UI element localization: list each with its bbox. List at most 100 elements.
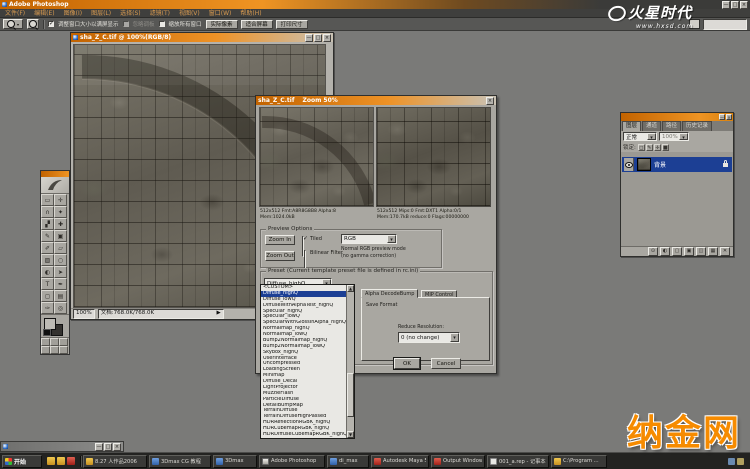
palette-control-button[interactable]: — [719,114,725,120]
window-control-button[interactable]: × [740,1,748,9]
standard-mode-button[interactable] [41,338,50,346]
zoom-in-mode-button[interactable] [27,19,39,29]
taskbar-button[interactable]: 8.27 人作品2006 [83,455,147,468]
ok-button[interactable]: OK [394,358,420,369]
window-control-button[interactable]: — [95,443,103,451]
preview-compressed[interactable] [376,107,491,207]
taskbar-button[interactable]: di_max [327,455,369,468]
taskbar-button[interactable]: Adobe Photoshop [259,455,325,468]
dropdown-scrollbar[interactable]: ▲ ▼ [346,285,354,438]
zoom-out-button[interactable]: Zoom Out [265,251,295,261]
tool-icon[interactable]: ◻ [41,290,54,302]
minimized-document-bar[interactable]: —□× [0,441,124,452]
start-button[interactable]: 开始 [2,455,42,468]
tool-icon[interactable]: ▨ [41,254,54,266]
imageready-button[interactable] [59,346,68,354]
folder-icon[interactable] [47,457,55,465]
palette-tab[interactable]: 通道 [642,121,661,131]
quickmask-on-button[interactable] [50,346,59,354]
taskbar-button[interactable]: 3Dmax CG 教程 [149,455,211,468]
menu-item[interactable]: 帮助(H) [240,9,261,18]
taskbar-button[interactable]: 3Dmax [213,455,257,468]
zoom-percent-field[interactable]: 100% [73,309,95,319]
quickmask-off-button[interactable] [41,346,50,354]
preset-option[interactable]: HDRDiffuseCubemapRGBK_highQ [261,432,347,438]
layers-footer-button[interactable]: ◫ [696,247,706,256]
tool-icon[interactable]: ▞ [41,218,54,230]
tab-alpha-decodebump[interactable]: Alpha DecodeBump [361,289,418,298]
status-arrow-icon[interactable]: ▶ [217,310,221,318]
tool-icon[interactable]: ○ [54,254,67,266]
tool-preset-picker[interactable]: ▾ [3,19,23,29]
layers-footer-button[interactable]: ⊙ [648,247,658,256]
layers-footer-button[interactable]: ▦ [708,247,718,256]
tool-icon[interactable]: ▱ [54,242,67,254]
tray-icon[interactable] [737,458,744,465]
default-colors-icon[interactable] [43,329,51,336]
window-control-button[interactable]: □ [731,1,739,9]
lock-toggle-icon[interactable]: ✛ [654,144,661,151]
preview-original[interactable] [259,107,374,207]
taskbar-button[interactable]: Output Window [431,455,485,468]
maya-icon[interactable] [67,457,75,465]
resize-window-checkbox[interactable] [48,21,54,27]
tool-icon[interactable]: ▤ [54,290,67,302]
fullscreen-mode-button[interactable] [59,338,68,346]
blend-mode-select[interactable]: 正常▾ [623,132,657,141]
zoom-in-button[interactable]: Zoom In [265,235,295,245]
tool-icon[interactable]: T [41,278,54,290]
menu-item[interactable]: 文件(F) [5,9,25,18]
window-control-button[interactable]: □ [104,443,112,451]
window-control-button[interactable]: — [305,34,313,42]
layer-row-background[interactable]: 背景 [622,157,732,172]
tool-icon[interactable]: ✛ [54,194,67,206]
palette-tab[interactable]: 路径 [662,121,681,131]
menu-item[interactable]: 图像(I) [64,9,82,18]
channel-select[interactable]: RGB▾ [341,234,397,244]
zoom-all-windows-checkbox[interactable] [159,21,165,27]
close-icon[interactable]: × [486,97,494,105]
lock-toggle-icon[interactable]: ◻ [638,144,645,151]
palette-control-button[interactable]: × [726,114,732,120]
tool-icon[interactable]: ➤ [54,266,67,278]
tool-icon[interactable]: ✎ [41,230,54,242]
tool-icon[interactable]: ✚ [54,218,67,230]
window-control-button[interactable]: × [113,443,121,451]
lock-toggle-icon[interactable]: ✎ [646,144,653,151]
layers-footer-button[interactable]: ◐ [660,247,670,256]
window-control-button[interactable]: × [323,34,331,42]
window-control-button[interactable]: □ [314,34,322,42]
folder-icon[interactable] [57,457,65,465]
scroll-down-icon[interactable]: ▼ [347,431,354,438]
taskbar-button[interactable]: Autodesk Maya 5 [371,455,429,468]
palette-well[interactable] [703,19,747,30]
options-bar-button[interactable]: 打印尺寸 [276,20,308,29]
tray-icon[interactable] [728,458,735,465]
options-bar-button[interactable]: 实际像素 [206,20,238,29]
tool-icon[interactable]: ∩ [41,206,54,218]
file-browser-icon[interactable] [689,19,700,29]
tool-icon[interactable]: ✒ [54,278,67,290]
menu-item[interactable]: 视图(V) [179,9,200,18]
cancel-button[interactable]: Cancel [431,358,461,369]
visibility-toggle[interactable] [624,158,634,171]
fullscreen-menubar-mode-button[interactable] [50,338,59,346]
scrollbar-thumb[interactable] [347,373,354,417]
taskbar-button[interactable]: C:\Program ... [551,455,607,468]
menu-item[interactable]: 滤镜(T) [150,9,170,18]
reduce-resolution-select[interactable]: 0 (no change)▾ [398,332,460,343]
layers-footer-button[interactable]: ✕ [720,247,730,256]
opacity-select[interactable]: 100%▾ [659,132,689,141]
tool-icon[interactable]: ✦ [54,206,67,218]
palette-tab[interactable]: 图层 [622,121,641,131]
menu-item[interactable]: 编辑(E) [34,9,54,18]
tool-icon[interactable]: ▣ [54,230,67,242]
doc-size-field[interactable]: 文档:768.0K/768.0K▶ [98,309,224,319]
window-control-button[interactable]: — [722,1,730,9]
document-titlebar[interactable]: sha_Z_C.tif @ 100%(RGB/8) —□× [71,33,333,42]
taskbar-button[interactable]: 001_a.rep - 记事本 [487,455,549,468]
tool-icon[interactable]: ✐ [41,242,54,254]
palette-tab[interactable]: 历史记录 [682,121,712,131]
dds-dialog-titlebar[interactable]: sha_Z_C.tif Zoom 50% × [256,96,496,105]
ignore-palettes-checkbox[interactable] [123,21,129,27]
